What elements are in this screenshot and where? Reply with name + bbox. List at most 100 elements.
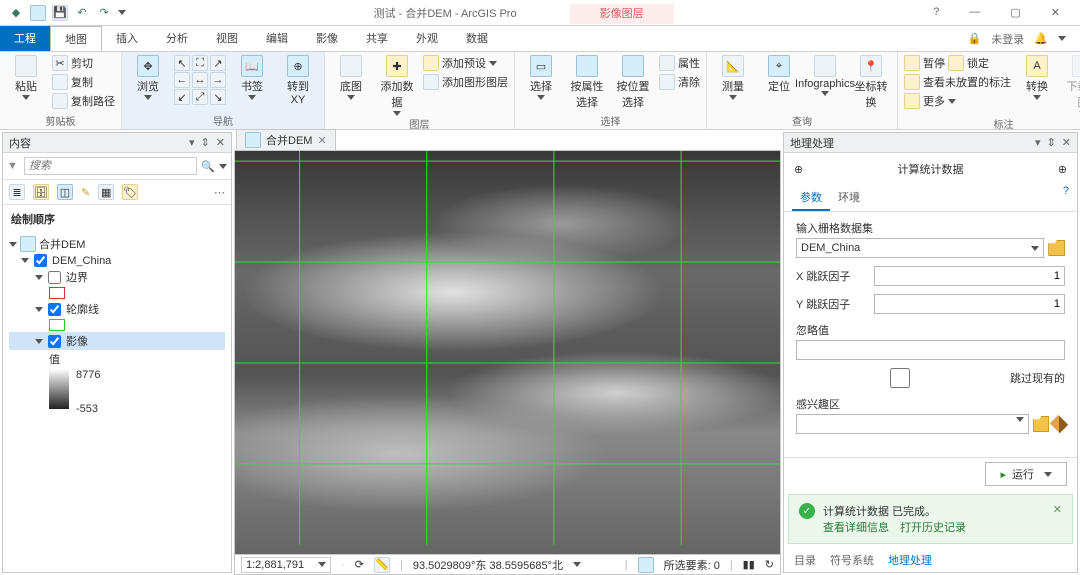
- bottom-tab-catalog[interactable]: 目录: [794, 552, 816, 568]
- tab-insert[interactable]: 插入: [102, 26, 152, 51]
- contents-search-input[interactable]: [24, 157, 197, 175]
- toolbar-more-icon[interactable]: ⋯: [214, 186, 225, 199]
- login-label[interactable]: 未登录: [991, 31, 1024, 47]
- pause-labels-button[interactable]: 暂停 锁定: [904, 55, 1011, 71]
- dataset-visibility-checkbox[interactable]: [34, 254, 47, 267]
- image-visibility-checkbox[interactable]: [48, 335, 61, 348]
- view-unplaced-button[interactable]: 查看未放置的标注: [904, 74, 1011, 90]
- tab-analysis[interactable]: 分析: [152, 26, 202, 51]
- help-button[interactable]: ?: [933, 6, 939, 19]
- bottom-tab-geoprocessing[interactable]: 地理处理: [888, 552, 932, 568]
- tab-imagery[interactable]: 影像: [302, 26, 352, 51]
- gp-tab-environments[interactable]: 环境: [830, 185, 868, 211]
- aoi-combo[interactable]: [796, 414, 1029, 434]
- panel-dock-icon[interactable]: ▾: [189, 136, 195, 149]
- run-button[interactable]: ▸运行: [985, 462, 1067, 486]
- attributes-button[interactable]: 属性: [659, 55, 700, 71]
- tab-view[interactable]: 视图: [202, 26, 252, 51]
- browse-raster-icon[interactable]: [1048, 240, 1065, 256]
- copy-button[interactable]: 复制: [52, 74, 115, 90]
- toc-dataset-node[interactable]: DEM_China: [9, 253, 225, 268]
- cut-button[interactable]: ✂剪切: [52, 55, 115, 71]
- rotate-icon[interactable]: ⟳: [355, 558, 364, 571]
- infographics-button[interactable]: Infographics: [805, 55, 845, 96]
- tab-data[interactable]: 数据: [452, 26, 502, 51]
- xskip-input[interactable]: [874, 266, 1065, 286]
- open-history-link[interactable]: 打开历史记录: [900, 522, 966, 534]
- tab-map[interactable]: 地图: [50, 26, 102, 51]
- map-tab[interactable]: 合并DEM ✕: [236, 129, 336, 150]
- clear-selection-button[interactable]: 清除: [659, 74, 700, 90]
- paste-button[interactable]: 粘贴: [6, 55, 46, 100]
- add-data-button[interactable]: ✚添加数据: [377, 55, 417, 116]
- coord-format-icon[interactable]: [573, 562, 581, 567]
- refresh-icon[interactable]: ↻: [765, 558, 774, 571]
- list-selection-icon[interactable]: ◫: [57, 184, 73, 200]
- gp-options-icon[interactable]: ⊕: [1058, 163, 1067, 176]
- basemap-button[interactable]: 底图: [331, 55, 371, 100]
- nav-icon[interactable]: ↖: [174, 55, 190, 71]
- measure-button[interactable]: 📐测量: [713, 55, 753, 100]
- minimize-button[interactable]: —: [969, 6, 980, 19]
- list-snap-icon[interactable]: ▦: [98, 184, 114, 200]
- convert-labels-button[interactable]: A转换: [1017, 55, 1057, 100]
- add-preset-button[interactable]: 添加预设: [423, 55, 508, 71]
- list-edit-icon[interactable]: ✎: [81, 186, 90, 199]
- map-scale-combo[interactable]: 1:2,881,791: [241, 557, 331, 573]
- ribbon-collapse-icon[interactable]: [1058, 36, 1066, 41]
- explore-button[interactable]: ✥浏览: [128, 55, 168, 100]
- skip-existing-checkbox[interactable]: [796, 368, 1004, 388]
- footprint-symbol-swatch[interactable]: [49, 319, 65, 331]
- bottom-tab-symbology[interactable]: 符号系统: [830, 552, 874, 568]
- more-labeling-button[interactable]: 更多: [904, 93, 1011, 109]
- list-draw-order-icon[interactable]: ≣: [9, 184, 25, 200]
- panel-pin-icon[interactable]: ⇕: [201, 136, 210, 149]
- panel-close-icon[interactable]: ✕: [216, 136, 225, 149]
- toc-footprint-node[interactable]: 轮廓线: [9, 300, 225, 318]
- add-graphics-layer-button[interactable]: 添加图形图层: [423, 74, 508, 90]
- draw-aoi-icon[interactable]: [1050, 415, 1068, 433]
- close-button[interactable]: ✕: [1051, 6, 1060, 19]
- maximize-button[interactable]: ▢: [1010, 6, 1020, 19]
- gp-help-icon[interactable]: ?: [1063, 185, 1069, 211]
- gp-dock-icon[interactable]: ▾: [1035, 136, 1041, 149]
- open-icon[interactable]: [30, 5, 46, 21]
- select-button[interactable]: ▭选择: [521, 55, 561, 100]
- tab-edit[interactable]: 编辑: [252, 26, 302, 51]
- search-options-icon[interactable]: [219, 164, 227, 169]
- gp-pin-icon[interactable]: ⇕: [1047, 136, 1056, 149]
- gp-close-icon[interactable]: ✕: [1062, 136, 1071, 149]
- boundary-visibility-checkbox[interactable]: [48, 271, 61, 284]
- bookmarks-button[interactable]: 📖书签: [232, 55, 272, 100]
- goto-xy-button[interactable]: ⊕转到 XY: [278, 55, 318, 106]
- value-gradient-swatch[interactable]: [49, 369, 69, 409]
- list-label-icon[interactable]: 🏷: [122, 184, 138, 200]
- undo-icon[interactable]: ↶: [74, 5, 90, 21]
- tab-share[interactable]: 共享: [352, 26, 402, 51]
- copy-path-button[interactable]: 复制路径: [52, 93, 115, 109]
- gp-tab-parameters[interactable]: 参数: [792, 185, 830, 211]
- search-icon[interactable]: 🔍: [201, 160, 215, 173]
- filter-icon[interactable]: ▼: [7, 160, 18, 172]
- notifications-icon[interactable]: 🔔: [1034, 32, 1048, 45]
- toc-boundary-node[interactable]: 边界: [9, 268, 225, 286]
- browse-aoi-icon[interactable]: [1033, 416, 1049, 432]
- list-source-icon[interactable]: 🗄: [33, 184, 49, 200]
- scale-tool-icon[interactable]: 📏: [374, 557, 390, 573]
- yskip-input[interactable]: [874, 294, 1065, 314]
- file-tab[interactable]: 工程: [0, 26, 50, 51]
- coord-convert-button[interactable]: 📍坐标转换: [851, 55, 891, 110]
- map-tab-close-icon[interactable]: ✕: [317, 134, 326, 147]
- gp-back-icon[interactable]: ⊕: [794, 163, 803, 176]
- in-raster-combo[interactable]: DEM_China: [796, 238, 1044, 258]
- locate-button[interactable]: ⌖定位: [759, 55, 799, 94]
- dismiss-status-icon[interactable]: ✕: [1053, 503, 1062, 516]
- boundary-symbol-swatch[interactable]: [49, 287, 65, 299]
- qat-customize-icon[interactable]: [118, 10, 126, 15]
- map-canvas[interactable]: [234, 150, 781, 555]
- ignore-input[interactable]: [796, 340, 1065, 360]
- toc-map-node[interactable]: 合并DEM: [9, 235, 225, 253]
- toc-image-node[interactable]: 影像: [9, 332, 225, 350]
- footprint-visibility-checkbox[interactable]: [48, 303, 61, 316]
- select-by-loc-button[interactable]: 按位置选择: [613, 55, 653, 110]
